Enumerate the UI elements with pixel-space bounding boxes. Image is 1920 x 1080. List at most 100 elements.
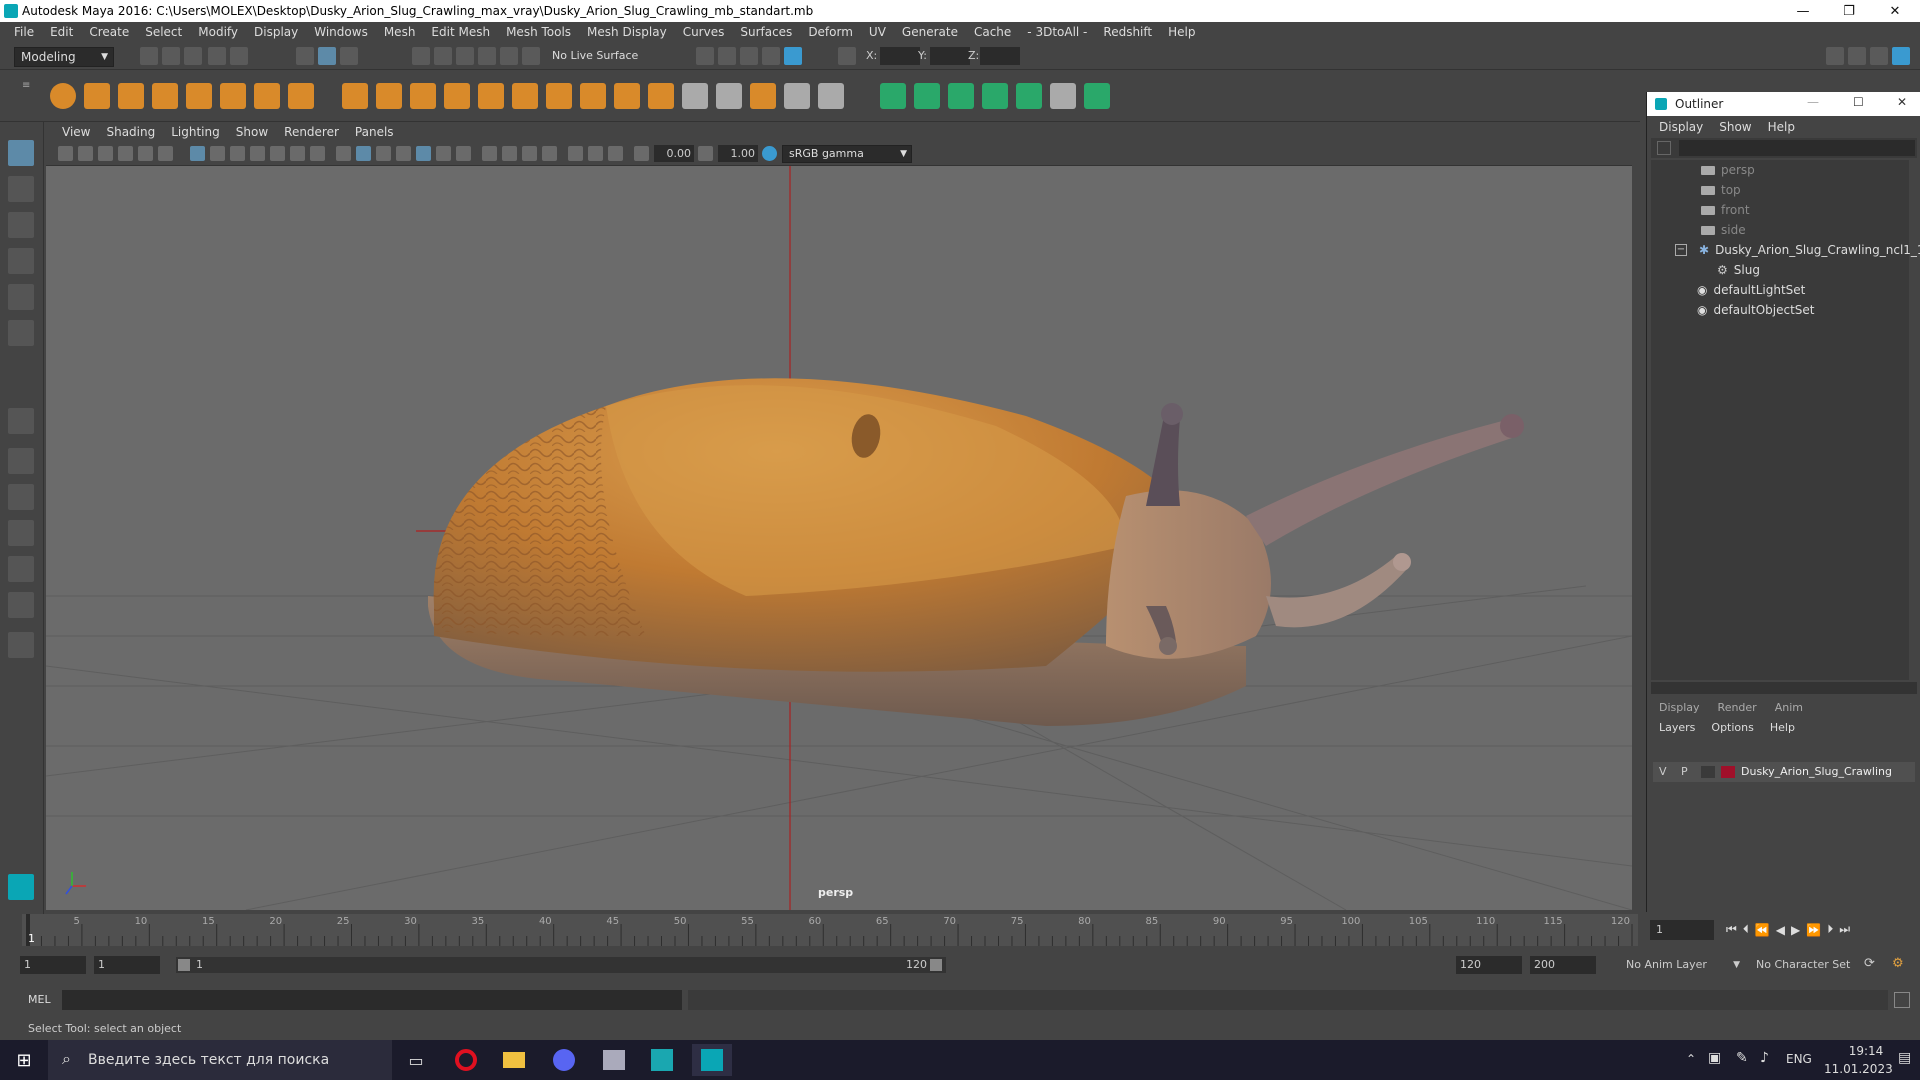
outliner-close-button[interactable]: ✕ (1897, 95, 1907, 109)
windows-start-icon[interactable]: ⊞ (4, 1044, 44, 1076)
resolution-gate-icon[interactable] (230, 146, 245, 161)
center-pivot-icon[interactable] (784, 83, 810, 109)
separate-icon[interactable] (376, 83, 402, 109)
tool-settings-icon[interactable] (1870, 47, 1888, 65)
preferences-icon[interactable]: ⚙ (1892, 956, 1904, 971)
step-back-icon[interactable]: ⏴ (1743, 922, 1749, 937)
x-field[interactable] (880, 47, 920, 65)
step-forward-icon[interactable]: ⏵ (1827, 922, 1833, 937)
undo-icon[interactable] (208, 47, 226, 65)
channel-box-icon[interactable] (1892, 47, 1910, 65)
field-chart-icon[interactable] (270, 146, 285, 161)
menu-item-1[interactable]: Edit (42, 22, 81, 43)
outliner-item-slug-group[interactable]: ✱ Dusky_Arion_Slug_Crawling_ncl1_1 (1699, 240, 1920, 260)
maximize-button[interactable]: ❐ (1826, 0, 1872, 22)
app-icon[interactable] (594, 1044, 634, 1076)
use-lights-icon[interactable] (416, 146, 431, 161)
delete-history-icon[interactable] (818, 83, 844, 109)
menu-item-8[interactable]: Edit Mesh (423, 22, 498, 43)
playback-start-field[interactable]: 1 (94, 956, 160, 974)
menu-item-6[interactable]: Windows (306, 22, 376, 43)
outliner-item-side[interactable]: side (1701, 220, 1746, 240)
layer-menu-item-1[interactable]: Options (1703, 721, 1761, 734)
opera-icon[interactable] (446, 1044, 486, 1076)
outliner-minimize-button[interactable]: — (1807, 95, 1819, 109)
shadows-icon[interactable] (436, 146, 451, 161)
hypershade-icon[interactable] (762, 47, 780, 65)
save-scene-icon[interactable] (184, 47, 202, 65)
scene-start-field[interactable]: 1 (20, 956, 86, 974)
viewport-menu-item-0[interactable]: View (54, 125, 98, 139)
safe-title-icon[interactable] (310, 146, 325, 161)
outliner-menu-item-0[interactable]: Display (1651, 120, 1711, 134)
go-to-end-icon[interactable]: ⏭ (1839, 922, 1850, 937)
extrude-icon[interactable] (478, 83, 504, 109)
xray-active-icon[interactable] (588, 146, 603, 161)
menu-item-0[interactable]: File (6, 22, 42, 43)
camera-attributes-icon[interactable] (78, 146, 93, 161)
task-view-icon[interactable]: ▭ (396, 1044, 436, 1076)
snap-surface-icon[interactable] (500, 47, 518, 65)
hypershade-layout-icon[interactable] (8, 592, 34, 618)
file-explorer-icon[interactable] (494, 1044, 534, 1076)
outliner-item-front[interactable]: front (1701, 200, 1750, 220)
viewport-menu-item-1[interactable]: Shading (98, 125, 163, 139)
playback-end-field[interactable]: 120 (1456, 956, 1522, 974)
transform-input-icon[interactable] (838, 47, 856, 65)
outliner-item-slug[interactable]: ⚙ Slug (1717, 260, 1760, 280)
four-view-icon[interactable] (8, 448, 34, 474)
anti-aliasing-icon[interactable] (502, 146, 517, 161)
play-forward-icon[interactable]: ▶ (1791, 923, 1800, 937)
smooth-shade-icon[interactable] (356, 146, 371, 161)
script-editor-icon[interactable] (1894, 992, 1910, 1008)
go-to-start-icon[interactable]: ⏮ (1726, 922, 1737, 937)
poly-sphere-icon[interactable] (50, 83, 76, 109)
grid-toggle-icon[interactable] (190, 146, 205, 161)
checker-map-icon[interactable] (1050, 83, 1076, 109)
taskbar-search-box[interactable]: ⌕ Введите здесь текст для поиска (48, 1040, 392, 1080)
outliner-item-persp[interactable]: persp (1701, 160, 1755, 180)
modeling-toolkit-icon[interactable] (1826, 47, 1844, 65)
append-polygon-icon[interactable] (648, 83, 674, 109)
rotate-tool-icon[interactable] (8, 284, 34, 310)
viewport-menu-item-5[interactable]: Panels (347, 125, 402, 139)
layer-menu-item-2[interactable]: Help (1762, 721, 1803, 734)
minimize-button[interactable]: — (1780, 0, 1826, 22)
volume-icon[interactable]: ♪ (1760, 1050, 1769, 1066)
move-tool-icon[interactable] (8, 248, 34, 274)
maya-taskbar-icon[interactable] (692, 1044, 732, 1076)
poly-torus-icon[interactable] (220, 83, 246, 109)
uv-shell-icon[interactable] (1084, 83, 1110, 109)
snap-grid-icon[interactable] (412, 47, 430, 65)
language-indicator[interactable]: ENG (1786, 1052, 1812, 1066)
poly-cube-icon[interactable] (84, 83, 110, 109)
menu-item-3[interactable]: Select (137, 22, 190, 43)
uv-cut-icon[interactable] (948, 83, 974, 109)
menu-item-11[interactable]: Curves (675, 22, 733, 43)
textured-icon[interactable] (396, 146, 411, 161)
menu-item-19[interactable]: Help (1160, 22, 1203, 43)
ipr-render-icon[interactable] (718, 47, 736, 65)
poly-pipe-icon[interactable] (288, 83, 314, 109)
time-slider[interactable]: 5 10 15 20 25 30 35 40 45 50 55 60 65 70 75 80 85 90 95 100… (22, 914, 1638, 946)
layer-reference-toggle[interactable] (1701, 766, 1715, 778)
viewport-persp[interactable]: persp (46, 166, 1632, 910)
film-gate-icon[interactable] (210, 146, 225, 161)
render-view-icon[interactable] (784, 47, 802, 65)
network-icon[interactable]: ▣ (1708, 1050, 1721, 1066)
clock-date[interactable]: 11.01.2023 (1824, 1062, 1893, 1076)
safe-action-icon[interactable] (290, 146, 305, 161)
outliner-maximize-button[interactable]: ☐ (1853, 95, 1864, 109)
depth-of-field-icon[interactable] (522, 146, 537, 161)
menu-item-13[interactable]: Deform (800, 22, 861, 43)
camera-select-icon[interactable] (58, 146, 73, 161)
lasso-tool-icon[interactable] (8, 176, 34, 202)
uv-unfold-icon[interactable] (914, 83, 940, 109)
shelf-menu-icon[interactable]: ≡ (22, 80, 32, 112)
anim-layer-select[interactable]: No Anim Layer ▼ (1622, 956, 1742, 974)
exposure-icon[interactable] (634, 146, 649, 161)
outliner-menu-item-2[interactable]: Help (1760, 120, 1803, 134)
menu-item-12[interactable]: Surfaces (732, 22, 800, 43)
menu-item-14[interactable]: UV (861, 22, 894, 43)
snap-curve-icon[interactable] (434, 47, 452, 65)
